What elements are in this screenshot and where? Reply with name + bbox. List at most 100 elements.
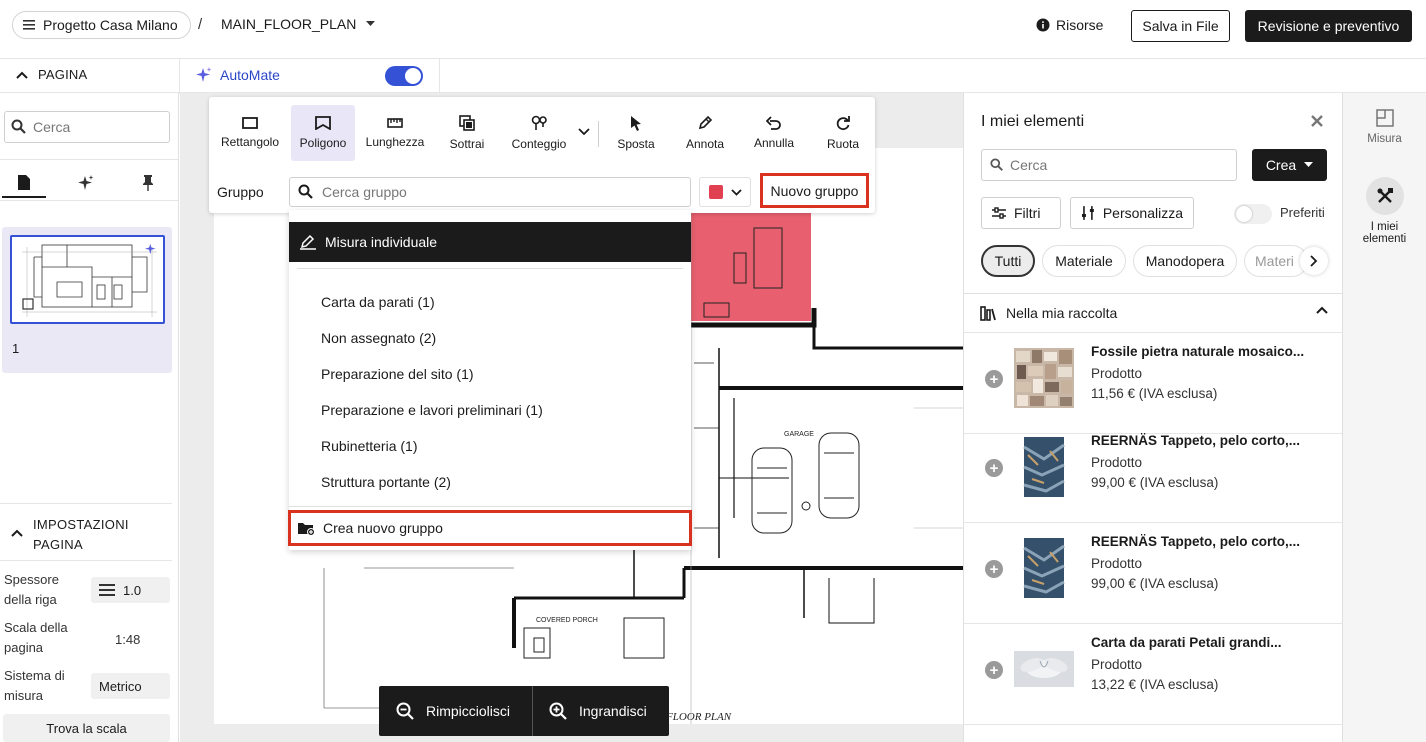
find-scale-button[interactable]: Trova la scala [3,714,170,742]
page-thumbnail [10,235,165,324]
plan-name: MAIN_FLOOR_PLAN [221,16,357,32]
top-bar: Progetto Casa Milano / MAIN_FLOOR_PLAN R… [0,0,1426,50]
chevron-down-icon [730,188,742,196]
left-panel-tabs [0,159,178,201]
zoom-in-label: Ingrandisci [579,703,647,719]
page-scale-label: Scala della pagina [4,620,68,655]
add-icon[interactable]: + [985,661,1003,679]
dropdown-individual-measure[interactable]: Misura individuale [289,222,691,262]
collection-section-header[interactable]: Nella mia raccolta [964,293,1342,333]
group-label: Gruppo [217,184,264,200]
add-icon[interactable]: + [985,370,1003,388]
chip-material-truncated[interactable]: Materi [1244,245,1308,277]
rail-my-items[interactable]: I miei elementi [1343,177,1426,245]
product-item[interactable]: + REERNÄS Tappeto, pelo corto,... Prodot… [964,524,1342,624]
resources-button[interactable]: Risorse [1036,17,1103,33]
subtract-icon [459,115,475,131]
product-item[interactable]: + Carta da parati Petali grandi... Prodo… [964,625,1342,725]
page-thumbnail-card[interactable]: 1 [2,227,172,373]
chevron-up-icon [11,529,23,537]
product-item[interactable]: + REERNÄS Tappeto, pelo corto,... Prodot… [964,423,1342,523]
divider [439,59,440,94]
measure-system-select[interactable]: Metrico [91,673,170,699]
page-search-input[interactable]: Cerca [4,111,170,143]
tool-count[interactable]: Conteggio [505,105,573,161]
measure-system-value: Metrico [99,678,142,694]
tab-pinned[interactable] [126,168,170,198]
measure-icon [300,234,316,250]
dropdown-item[interactable]: Preparazione e lavori preliminari (1) [321,402,543,418]
highlighted-polygon[interactable] [691,208,811,321]
page-panel-toggle[interactable]: PAGINA [16,67,87,82]
product-type: Prodotto [1091,657,1143,672]
tab-ai[interactable] [64,168,108,198]
page-search-placeholder: Cerca [33,119,71,135]
product-name: Fossile pietra naturale mosaico... [1091,344,1305,359]
tool-annotate-label: Annota [685,137,725,151]
group-color-picker[interactable] [699,177,751,207]
tool-undo[interactable]: Annulla [745,105,803,161]
rail-measure[interactable]: Misura [1343,109,1426,145]
add-icon[interactable]: + [985,560,1003,578]
tool-subtract[interactable]: Sottrai [439,105,495,161]
filter-icon [992,207,1006,219]
chip-material[interactable]: Materiale [1042,245,1126,277]
dropdown-item[interactable]: Struttura portante (2) [321,474,451,490]
tool-polygon[interactable]: Poligono [291,105,355,161]
zoom-in-button[interactable]: Ingrandisci [549,686,647,736]
tab-pages[interactable] [2,168,46,198]
review-estimate-button[interactable]: Revisione e preventivo [1245,10,1412,42]
save-file-button[interactable]: Salva in File [1131,10,1230,42]
zoom-out-icon [396,702,414,720]
favorites-toggle[interactable] [1234,204,1272,224]
line-thickness-select[interactable]: 1.0 [91,577,170,603]
sparkle-icon [78,175,94,190]
product-price: 99,00 € (IVA esclusa) [1091,475,1219,490]
line-thickness-value: 1.0 [123,582,142,598]
zoom-in-icon [549,702,567,720]
dropdown-item[interactable]: Carta da parati (1) [321,294,435,310]
page-settings-toggle[interactable]: IMPOSTAZIONI PAGINA [0,503,172,561]
project-menu-button[interactable]: Progetto Casa Milano [12,11,191,39]
tool-move[interactable]: Sposta [607,105,665,161]
polygon-icon [315,116,331,130]
items-search-input[interactable]: Cerca [981,149,1237,181]
tool-rectangle[interactable]: Rettangolo [215,105,285,161]
create-new-group-label: Crea nuovo gruppo [323,520,443,536]
new-group-button[interactable]: Nuovo gruppo [760,173,869,208]
count-icon [531,115,547,130]
product-price: 99,00 € (IVA esclusa) [1091,576,1219,591]
cursor-icon [631,116,641,131]
zoom-out-button[interactable]: Rimpicciolisci [396,686,510,736]
zoom-controls: Rimpicciolisci Ingrandisci [379,686,669,736]
search-icon [298,184,313,199]
dropdown-item[interactable]: Rubinetteria (1) [321,438,418,454]
tool-annotate[interactable]: Annota [677,105,733,161]
dropdown-item[interactable]: Non assegnato (2) [321,330,436,346]
rail-my-items-label: I miei elementi [1362,221,1407,245]
customize-icon [1081,206,1094,220]
close-icon[interactable] [1310,111,1324,134]
dropdown-item[interactable]: Preparazione del sito (1) [321,366,474,382]
product-name: Carta da parati Petali grandi... [1091,635,1282,650]
product-item[interactable]: + Fossile pietra naturale mosaico... Pro… [964,334,1342,434]
create-new-group-option[interactable]: Crea nuovo gruppo [288,510,692,546]
zoom-out-label: Rimpicciolisci [426,703,511,719]
plan-title: FLOOR PLAN [665,711,732,723]
tool-rotate[interactable]: Ruota [817,105,869,161]
filters-button[interactable]: Filtri [981,197,1061,229]
chip-all[interactable]: Tutti [981,245,1035,277]
add-icon[interactable]: + [985,459,1003,477]
create-item-button[interactable]: Crea [1252,149,1327,181]
chevron-down-icon[interactable] [578,128,590,136]
sparkle-icon [196,67,212,82]
chip-labor[interactable]: Manodopera [1133,245,1237,277]
chips-next-button[interactable] [1300,247,1328,275]
plan-selector[interactable]: MAIN_FLOOR_PLAN [221,16,376,32]
customize-button[interactable]: Personalizza [1070,197,1194,229]
project-name: Progetto Casa Milano [43,17,178,33]
group-search-input[interactable]: Cerca gruppo [289,177,691,207]
automate-toggle[interactable] [385,66,423,86]
tool-length[interactable]: Lunghezza [361,105,429,161]
product-image [1014,651,1074,687]
